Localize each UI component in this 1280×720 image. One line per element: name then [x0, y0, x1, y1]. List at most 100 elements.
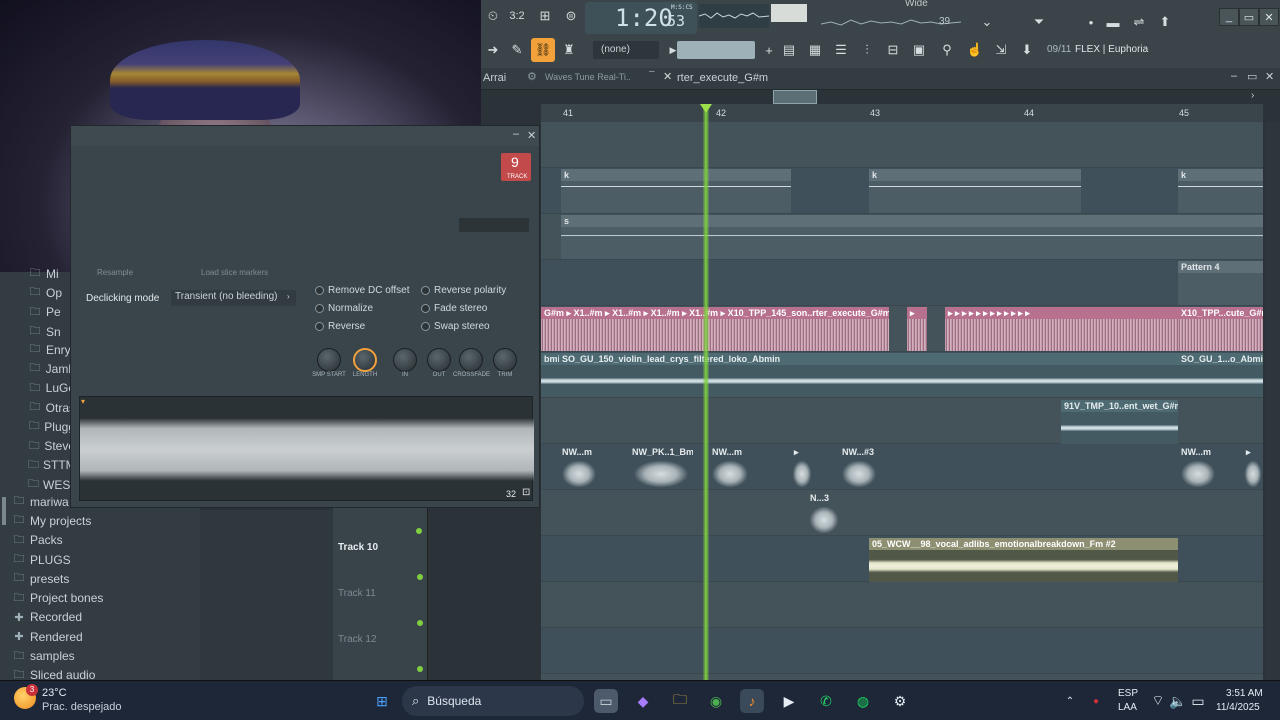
load-slice-label[interactable]: Load slice markers [201, 268, 268, 277]
reverse-polarity-option[interactable]: Reverse polarity [421, 281, 506, 299]
playlist-grid[interactable]: k k k s Pattern 4 G#m ▸ X1..#m ▸ X1..#m … [541, 122, 1263, 680]
plugin-db-icon[interactable]: ⇲ [989, 38, 1013, 62]
browser-item[interactable]: 🗀 Project bones [12, 588, 200, 607]
gear-icon[interactable]: ⚙ [527, 70, 537, 83]
sample-waveform[interactable]: ▾ 32 ⊡ [79, 396, 534, 502]
maximize-button[interactable]: ▭ [1239, 8, 1259, 26]
sampler-field[interactable] [459, 218, 529, 232]
tab-close-icon[interactable]: ✕ [663, 70, 672, 83]
swap-stereo-option[interactable]: Swap stereo [421, 317, 506, 335]
language-top[interactable]: ESP [1118, 688, 1138, 699]
browser-item[interactable]: ✚ Rendered [12, 627, 200, 646]
pl-minimize-icon[interactable]: – [1231, 70, 1237, 82]
link-icon[interactable]: ⛓ [531, 38, 555, 62]
windows-start-icon[interactable]: ⊞ [370, 689, 394, 713]
track-led-icon[interactable] [417, 666, 423, 672]
knob-trim[interactable]: TRIM [491, 348, 519, 378]
track-10[interactable]: Track 10 [333, 538, 428, 584]
pl-maximize-icon[interactable]: ▭ [1247, 70, 1257, 83]
browser-item[interactable]: 🗀 Mi [28, 264, 75, 283]
track-led-icon[interactable] [417, 574, 423, 580]
knob-crossfade[interactable]: CROSSFADE [451, 348, 491, 378]
stamp-icon[interactable]: ♜ [557, 38, 581, 62]
pattern-clip[interactable]: k [1178, 169, 1263, 213]
chrome-icon[interactable]: ◉ [704, 689, 728, 713]
overview-thumb[interactable] [773, 90, 817, 104]
browser-item[interactable]: 🗀 STTM [28, 456, 76, 475]
audio-clip[interactable]: NW...#3 [839, 446, 879, 490]
browser-item[interactable]: 🗀 Otras [28, 398, 75, 417]
browser-item[interactable]: 🗀 Packs [12, 531, 200, 550]
browser-item[interactable]: 🗀 PLUGS [12, 550, 200, 569]
plugin-tab[interactable]: Waves Tune Real-Ti.. [545, 72, 631, 82]
clock-icon[interactable]: ⏲ [481, 4, 505, 28]
task-view-icon[interactable]: ▭ [594, 689, 618, 713]
audio-clip[interactable]: X10_TPP...cute_G#m [1178, 307, 1263, 351]
playlist-overview[interactable]: › [481, 90, 1280, 104]
pattern-selector[interactable]: (none) [593, 41, 659, 59]
normalize-option[interactable]: Normalize [315, 299, 410, 317]
channel-rack-icon[interactable]: ☰ [829, 38, 853, 62]
browser-item[interactable]: 🗀 LuGe [28, 379, 75, 398]
audio-clip[interactable]: ▸ [1243, 446, 1263, 490]
media-player-icon[interactable]: ▶ [777, 689, 801, 713]
countdown-icon[interactable]: 3:2 [505, 4, 529, 28]
mixer-icon[interactable]: ▬ [1101, 10, 1125, 34]
weather-temp[interactable]: 23°C [42, 687, 67, 699]
browser-item[interactable]: 🗀 Sn [28, 322, 75, 341]
time-display[interactable]: 1:20 53 M:S:CS [585, 2, 697, 34]
fullscreen-icon[interactable]: ⊡ [522, 487, 530, 498]
app-icon[interactable]: ⚙ [888, 689, 912, 713]
close-button[interactable]: ✕ [1259, 8, 1279, 26]
audio-clip[interactable]: 91V_TMP_10..ent_wet_G#m [1061, 400, 1178, 444]
metronome-icon[interactable]: ⏷ [1027, 10, 1051, 34]
sampler-close-icon[interactable]: ✕ [527, 129, 536, 142]
audio-clip[interactable]: ▸ ▸ ▸ ▸ ▸ ▸ ▸ ▸ ▸ ▸ ▸ ▸ [945, 307, 1178, 351]
audio-clip[interactable]: NW...m [1178, 446, 1218, 490]
audio-clip[interactable]: N...3 [807, 492, 841, 536]
channel-selector[interactable] [677, 41, 755, 59]
reverse-option[interactable]: Reverse [315, 317, 410, 335]
browser-item[interactable]: 🗀 Plugg [28, 417, 75, 436]
browser-item[interactable]: 🗀 Enry [28, 340, 75, 359]
start-marker-icon[interactable]: ▾ [81, 397, 85, 406]
playlist-icon[interactable]: ▤ [777, 38, 801, 62]
clock-time[interactable]: 3:51 AM [1226, 688, 1263, 699]
tray-app-icon[interactable]: ● [1084, 689, 1108, 713]
pl-close-icon[interactable]: ✕ [1265, 70, 1274, 83]
language-bottom[interactable]: LAA [1118, 702, 1137, 713]
browser-icon[interactable]: ⊟ [881, 38, 905, 62]
pattern-clip[interactable]: Pattern 4 [1178, 261, 1263, 305]
piano-roll-icon[interactable]: ▦ [803, 38, 827, 62]
sampler-titlebar[interactable]: – ✕ [71, 126, 539, 146]
file-explorer-icon[interactable]: 🗀 [668, 689, 692, 713]
playlist-scrollbar[interactable] [1265, 122, 1280, 680]
whatsapp-icon[interactable]: ✆ [814, 689, 838, 713]
audio-clip[interactable]: ▸ [791, 446, 813, 490]
preset-name[interactable]: FLEX | Euphoria [1075, 44, 1148, 55]
minimize-button[interactable]: _ [1219, 8, 1239, 26]
spotify-icon[interactable]: ◍ [851, 689, 875, 713]
tab-minimize-icon[interactable]: – [649, 66, 655, 77]
fade-stereo-option[interactable]: Fade stereo [421, 299, 506, 317]
declicking-select[interactable]: Transient (no bleeding) › [171, 290, 296, 306]
audio-clip[interactable]: NW...m [559, 446, 599, 490]
browser-item[interactable]: 🗀 samples [12, 646, 200, 665]
step-edit-icon[interactable]: ⊞ [533, 4, 557, 28]
fl-studio-icon[interactable]: ♪ [740, 689, 764, 713]
weather-desc[interactable]: Prac. despejado [42, 701, 122, 713]
playlist-mini-icon[interactable]: ⇌ [1127, 10, 1151, 34]
clock-date[interactable]: 11/4/2025 [1216, 702, 1260, 713]
knob-length[interactable]: LENGTH [347, 348, 383, 378]
audio-clip[interactable]: NW...m [709, 446, 751, 490]
download-icon[interactable]: ⬇ [1015, 38, 1039, 62]
audio-clip[interactable]: 05_WCW__98_vocal_adlibs_emotionalbreakdo… [869, 538, 1178, 582]
browser-item[interactable]: 🗀 My projects [12, 511, 200, 530]
remove-dc-option[interactable]: Remove DC offset [315, 281, 410, 299]
audio-clip[interactable]: NW_PK..1_Bm [629, 446, 693, 490]
track-12[interactable]: Track 12 [333, 630, 428, 676]
pattern-clip[interactable]: k [869, 169, 1081, 213]
search-box[interactable]: ⌕ Búsqueda [402, 686, 584, 716]
pattern-clip[interactable]: s [561, 215, 1263, 259]
playhead-marker-icon[interactable] [700, 104, 712, 113]
